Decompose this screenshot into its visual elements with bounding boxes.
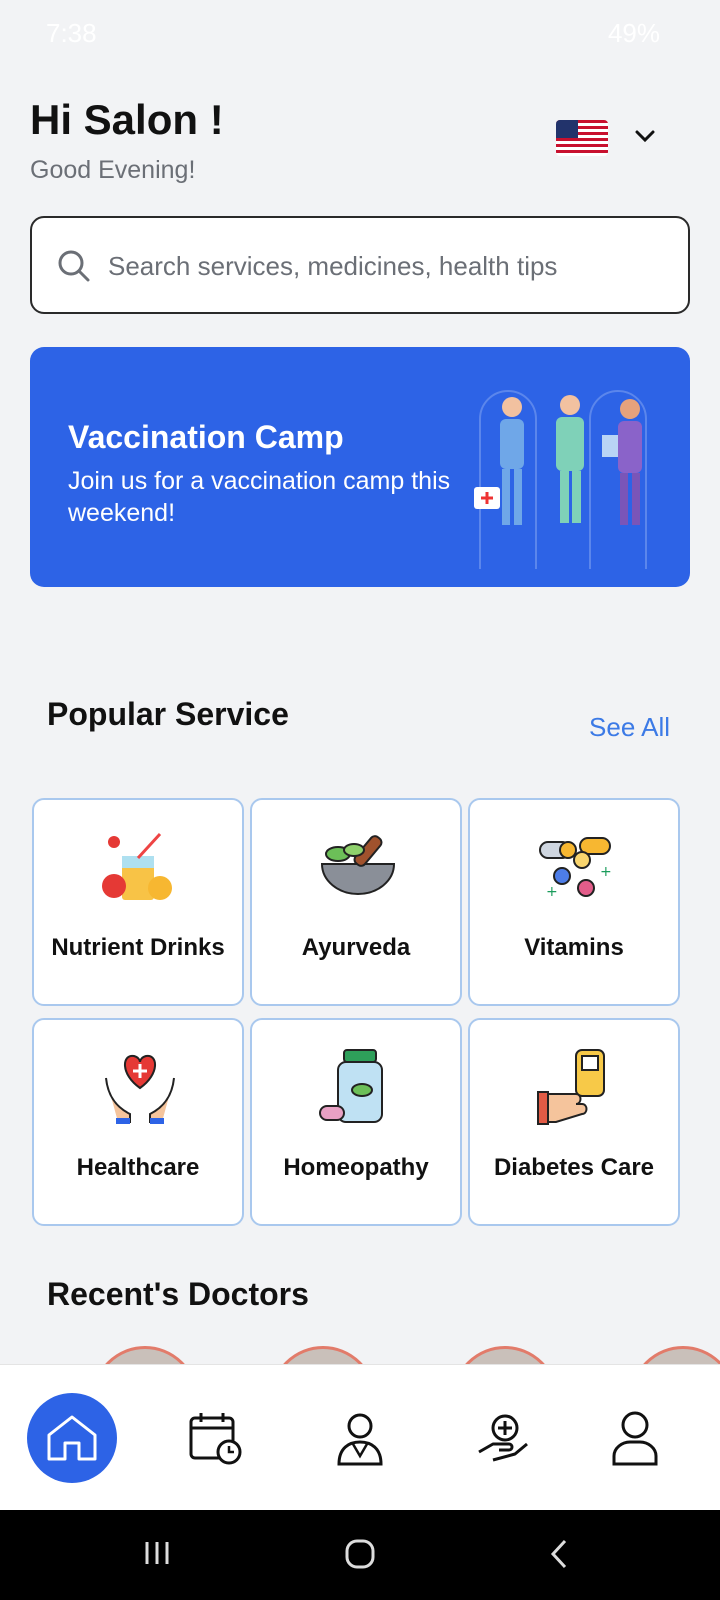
search-input[interactable]	[106, 242, 670, 290]
home-icon	[47, 1415, 97, 1461]
greeting-block: Hi Salon ! Good Evening!	[30, 96, 224, 185]
svg-text:+: +	[546, 884, 558, 900]
recent-apps-icon[interactable]	[142, 1538, 172, 1573]
search-bar[interactable]	[30, 216, 690, 314]
calendar-clock-icon	[189, 1413, 242, 1465]
popular-service-title: Popular Service	[47, 696, 289, 732]
banner-text: Join us for a vaccination camp this week…	[68, 467, 451, 527]
healthcare-workers-illustration	[474, 390, 647, 569]
doctor-avatar[interactable]	[630, 1346, 720, 1366]
nav-profile-button[interactable]	[590, 1393, 680, 1483]
vitamin-pills-icon: + +	[539, 837, 612, 900]
medicine-jar-icon	[319, 1049, 383, 1123]
service-label: Homeopathy	[283, 1154, 429, 1181]
nav-doctors-button[interactable]	[315, 1393, 405, 1483]
status-bar: 7:38 49%	[0, 0, 720, 64]
heart-hands-icon	[105, 1054, 175, 1124]
service-card-healthcare[interactable]: Healthcare	[32, 1018, 244, 1226]
nav-services-button[interactable]	[458, 1393, 548, 1483]
bottom-navigation	[0, 1364, 720, 1511]
system-navigation-bar	[0, 1510, 720, 1600]
service-card-ayurveda[interactable]: Ayurveda	[250, 798, 462, 1006]
back-icon[interactable]	[548, 1538, 570, 1575]
service-label: Vitamins	[524, 934, 624, 961]
recent-doctors-title: Recent's Doctors	[47, 1276, 309, 1312]
doctor-avatar[interactable]	[452, 1346, 558, 1366]
status-battery: 49%	[607, 18, 660, 48]
greeting-subtitle: Good Evening!	[30, 156, 196, 184]
doctor-avatar[interactable]	[92, 1346, 198, 1366]
chevron-down-icon	[634, 126, 656, 151]
nav-appointments-button[interactable]	[170, 1393, 260, 1483]
us-flag-icon	[556, 120, 608, 156]
service-label: Nutrient Drinks	[51, 934, 225, 961]
service-card-homeopathy[interactable]: Homeopathy	[250, 1018, 462, 1226]
search-icon	[56, 248, 92, 289]
medical-care-hand-icon	[478, 1414, 528, 1462]
service-card-nutrient-drinks[interactable]: Nutrient Drinks	[32, 798, 244, 1006]
see-all-link[interactable]: See All	[589, 712, 670, 743]
juice-glass-icon	[102, 832, 172, 900]
doctor-avatar[interactable]	[270, 1346, 376, 1366]
mortar-pestle-icon	[320, 835, 396, 895]
vaccination-banner[interactable]: Vaccination Camp Join us for a vaccinati…	[30, 347, 690, 587]
service-card-diabetes-care[interactable]: Diabetes Care	[468, 1018, 680, 1226]
nav-home-button[interactable]	[27, 1393, 117, 1483]
language-selector[interactable]	[556, 118, 666, 158]
glucose-meter-icon	[537, 1049, 605, 1125]
home-system-icon[interactable]	[344, 1538, 376, 1575]
svg-text:+: +	[600, 864, 612, 880]
banner-title: Vaccination Camp	[68, 419, 344, 455]
recent-doctors-list	[0, 1346, 720, 1366]
service-label: Diabetes Care	[493, 1154, 655, 1181]
service-label: Healthcare	[76, 1154, 200, 1181]
doctor-icon	[337, 1413, 383, 1466]
greeting-title: Hi Salon !	[30, 96, 224, 143]
service-label: Ayurveda	[301, 934, 411, 961]
status-time: 7:38	[46, 18, 97, 48]
service-card-vitamins[interactable]: + + Vitamins	[468, 798, 680, 1006]
profile-icon	[612, 1411, 658, 1466]
